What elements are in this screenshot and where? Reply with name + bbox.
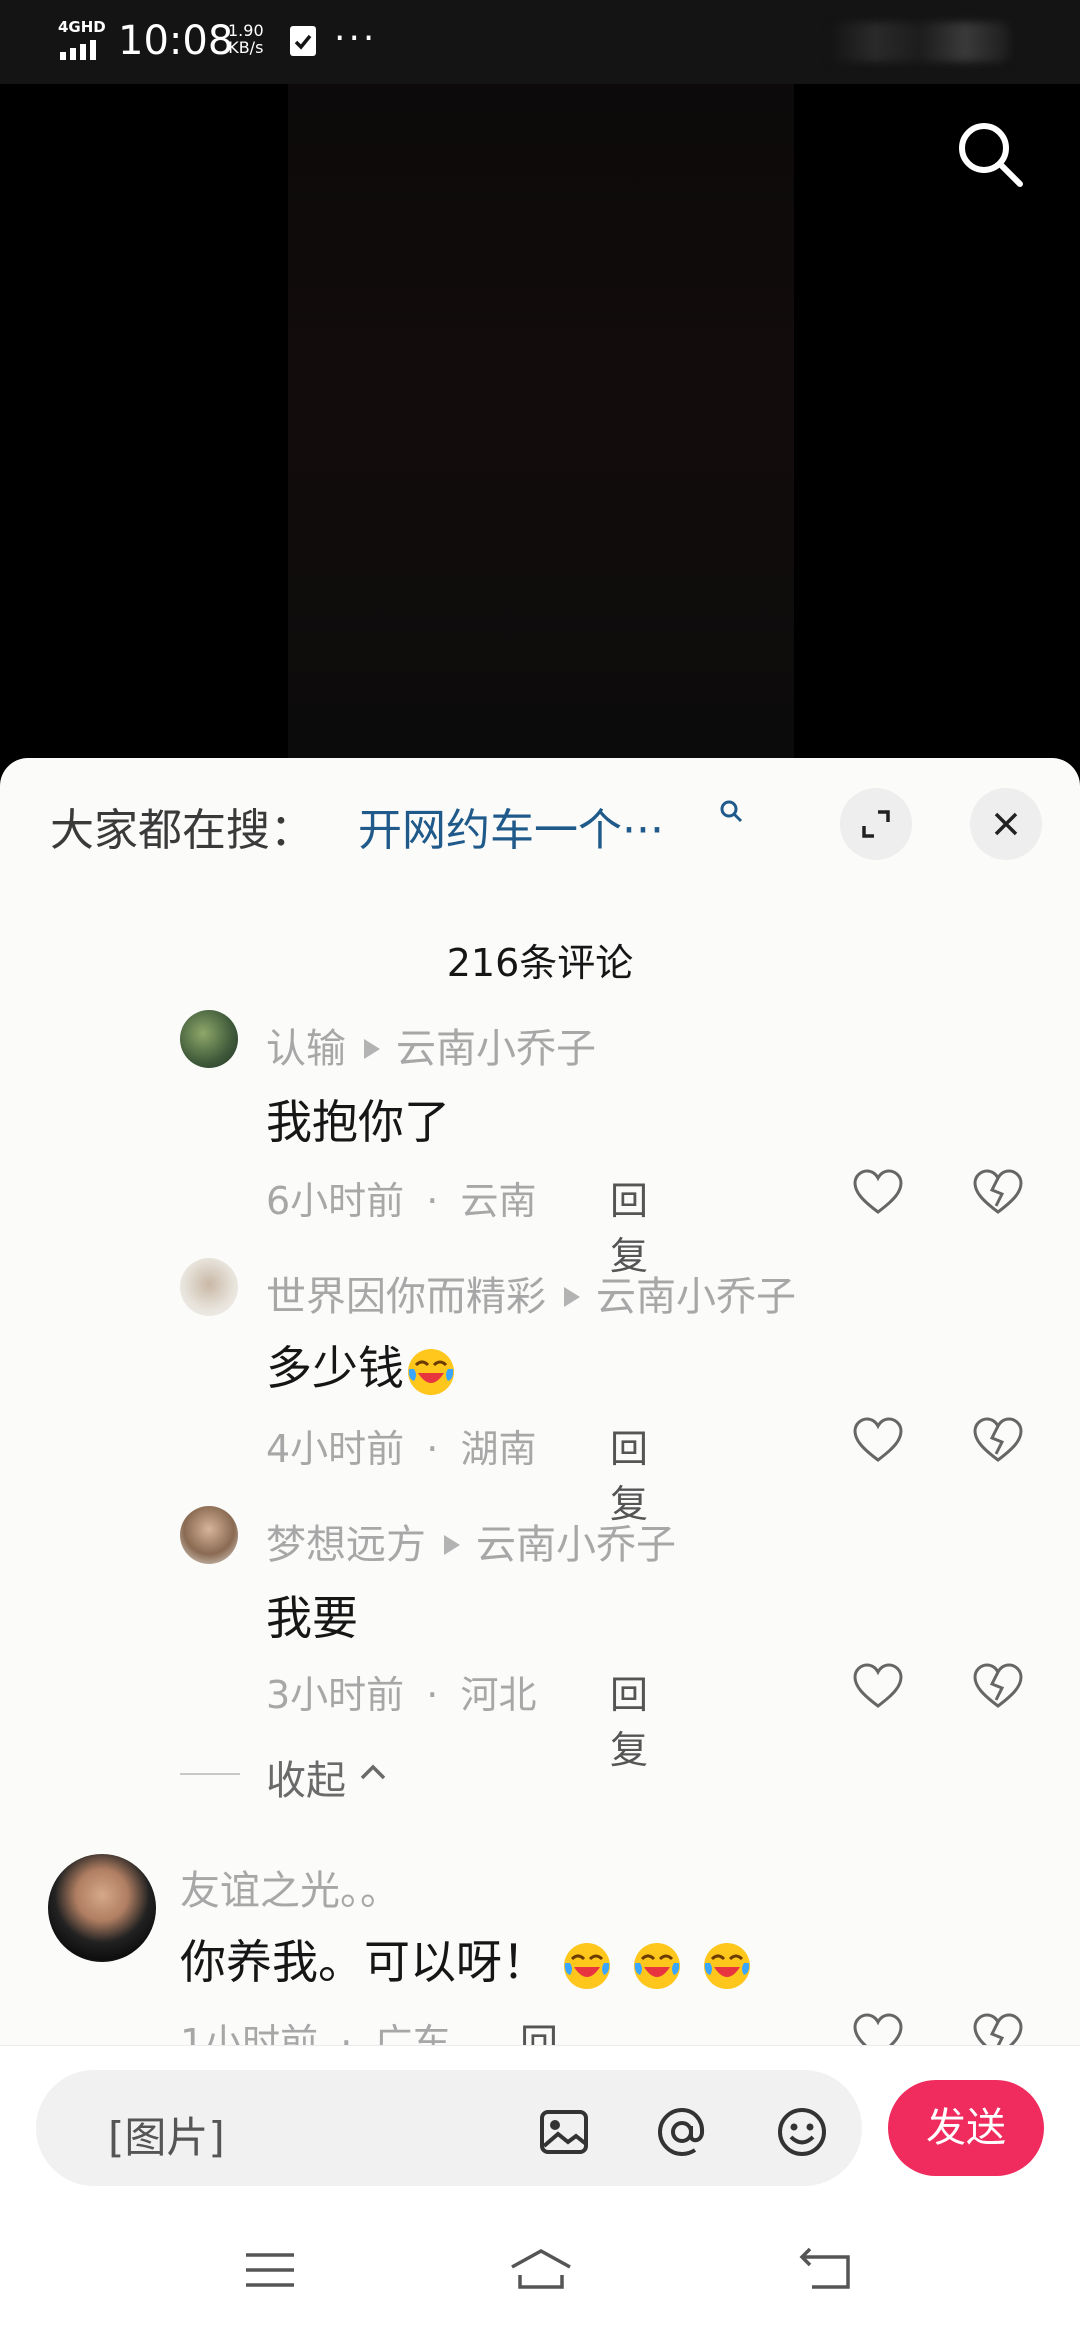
expand-icon (862, 810, 890, 838)
more-notifications: ··· (334, 18, 378, 59)
laughing-crying-emoji-icon (634, 1942, 680, 1989)
reply-username-line[interactable]: 世界因你而精彩 云南小乔子 (266, 1264, 796, 1322)
comment-meta: 3小时前 · 河北 (266, 1673, 537, 1717)
close-button[interactable] (970, 788, 1042, 860)
collapse-label: 收起 (266, 1758, 346, 1804)
comment-text: 我要 (266, 1591, 358, 1645)
username[interactable]: 友谊之光。。 (180, 1858, 400, 1916)
laughing-crying-emoji-icon (704, 1942, 750, 1989)
menu-icon[interactable] (240, 2245, 300, 2295)
collapse-replies-button[interactable]: 收起 (180, 1748, 386, 1804)
reply-username-line[interactable]: 认输 云南小乔子 (266, 1016, 596, 1074)
broken-heart-icon[interactable] (972, 1416, 1024, 1464)
smiley-icon[interactable] (772, 2102, 832, 2162)
search-icon[interactable] (950, 114, 1030, 194)
reply-to-user[interactable]: 云南小乔子 (396, 1026, 596, 1072)
hot-search-icon[interactable] (718, 798, 746, 826)
avatar[interactable] (180, 1258, 238, 1316)
heart-icon[interactable] (852, 1168, 904, 1216)
username[interactable]: 认输 (266, 1026, 346, 1072)
broken-heart-icon[interactable] (972, 1662, 1024, 1710)
comment-input-value: [图片] (108, 2113, 225, 2162)
reply-arrow-icon (364, 1039, 380, 1059)
avatar[interactable] (180, 1010, 238, 1068)
clipboard-check-icon (290, 26, 316, 56)
comment-meta: 6小时前 · 云南 (266, 1179, 537, 1223)
laughing-crying-emoji-icon (408, 1348, 454, 1395)
chevron-up-icon (360, 1764, 386, 1780)
back-icon[interactable] (796, 2245, 856, 2295)
comment-text: 我抱你了 (266, 1095, 450, 1149)
close-icon (994, 812, 1018, 836)
network-speed: 1.90 KB/s (228, 21, 264, 57)
hot-search-query[interactable]: 开网约车一个··· (358, 794, 664, 858)
laughing-crying-emoji-icon (564, 1942, 610, 1989)
reply-to-user[interactable]: 云南小乔子 (476, 1522, 676, 1568)
reply-button[interactable]: 回复 (610, 1664, 648, 1774)
at-icon[interactable] (652, 2102, 712, 2162)
reply-arrow-icon (444, 1535, 460, 1555)
blurred-status-icons (830, 22, 1010, 62)
network-type: 4GHD (58, 18, 106, 36)
video-frame (288, 84, 794, 784)
expand-button[interactable] (840, 788, 912, 860)
avatar[interactable] (48, 1854, 156, 1962)
home-icon[interactable] (508, 2245, 574, 2295)
status-bar: 4GHD 10:08 1.90 KB/s ··· (0, 0, 1080, 84)
heart-icon[interactable] (852, 1416, 904, 1464)
video-player[interactable] (0, 84, 1080, 784)
comment-count: 216条评论 (446, 941, 634, 985)
avatar[interactable] (180, 1506, 238, 1564)
reply-username-line[interactable]: 梦想远方 云南小乔子 (266, 1512, 676, 1570)
username[interactable]: 世界因你而精彩 (266, 1274, 546, 1320)
reply-to-user[interactable]: 云南小乔子 (596, 1274, 796, 1320)
comment-input[interactable]: [图片] (36, 2070, 862, 2186)
comment-text: 你养我。可以呀！ (180, 1926, 752, 1992)
send-button[interactable]: 发送 (888, 2080, 1044, 2176)
broken-heart-icon[interactable] (972, 1168, 1024, 1216)
comment-meta: 4小时前 · 湖南 (266, 1427, 537, 1471)
signal-icon (60, 40, 104, 60)
hot-search-label: 大家都在搜： (50, 805, 314, 856)
comment-input-bar: [图片] 发送 (0, 2045, 1080, 2196)
image-icon[interactable] (534, 2102, 594, 2162)
username[interactable]: 梦想远方 (266, 1522, 426, 1568)
divider (180, 1773, 240, 1775)
heart-icon[interactable] (852, 1662, 904, 1710)
clock: 10:08 (118, 18, 234, 64)
reply-arrow-icon (564, 1287, 580, 1307)
system-nav-bar (0, 2195, 1080, 2340)
comment-text: 多少钱 (266, 1332, 456, 1398)
